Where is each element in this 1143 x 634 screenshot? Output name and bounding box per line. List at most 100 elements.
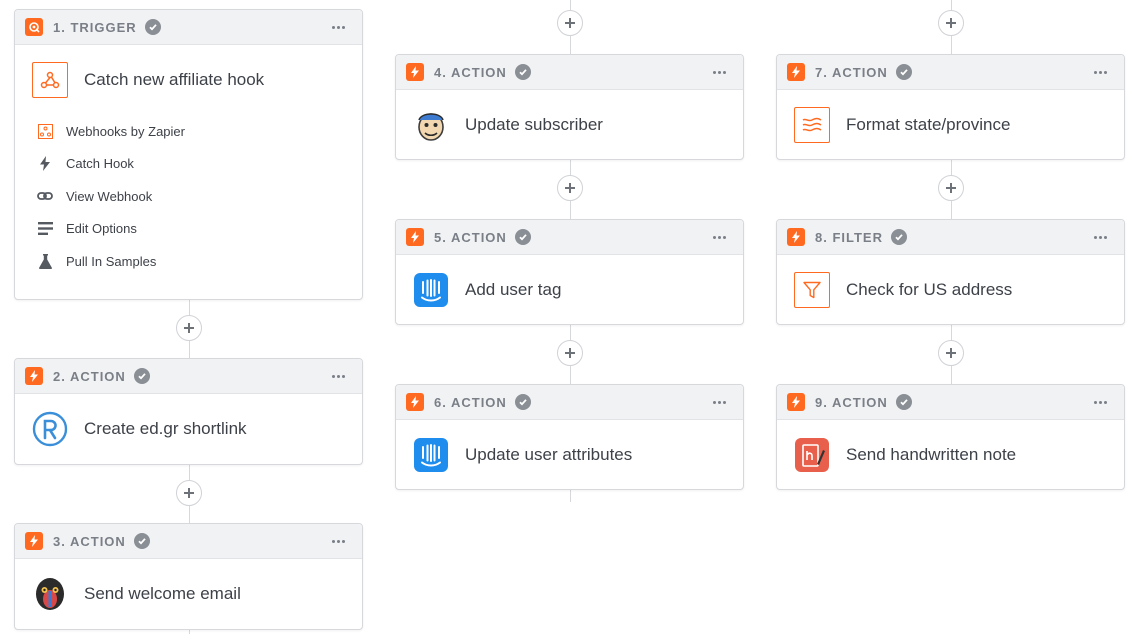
more-options-icon[interactable] <box>709 64 729 80</box>
add-step-button[interactable] <box>176 480 202 506</box>
intercom-icon <box>413 272 449 308</box>
check-icon <box>890 229 907 245</box>
add-step-button[interactable] <box>938 340 964 366</box>
trigger-badge-icon <box>25 18 43 36</box>
step-card-7[interactable]: 7. ACTION Format state/province <box>776 54 1125 160</box>
more-options-icon[interactable] <box>1090 394 1110 410</box>
step-title: Create ed.gr shortlink <box>84 419 247 438</box>
more-options-icon[interactable] <box>328 533 348 549</box>
action-badge-icon <box>406 63 424 81</box>
plus-icon <box>565 348 575 358</box>
bolt-icon <box>37 156 53 172</box>
step-body[interactable]: Update subscriber <box>396 90 743 160</box>
step-body[interactable]: Catch new affiliate hook <box>15 45 362 115</box>
check-icon <box>514 229 531 245</box>
step-label: 6. ACTION <box>434 394 507 410</box>
plus-icon <box>184 323 194 333</box>
action-badge-icon <box>787 63 805 81</box>
step-card-2[interactable]: 2. ACTION Create ed.gr shortlink <box>14 358 363 465</box>
step-label: 3. ACTION <box>53 533 126 549</box>
step-title: Update user attributes <box>465 445 633 464</box>
step-label: 1. TRIGGER <box>53 19 137 35</box>
step-title: Send welcome email <box>84 584 241 603</box>
plus-icon <box>946 183 956 193</box>
step-title: Update subscriber <box>465 115 603 134</box>
plus-icon <box>946 18 956 28</box>
action-badge-icon <box>406 393 424 411</box>
more-options-icon[interactable] <box>709 229 729 245</box>
add-step-button[interactable] <box>938 175 964 201</box>
plus-icon <box>565 183 575 193</box>
step-card-6[interactable]: 6. ACTION Update user attributes <box>395 384 744 490</box>
mailchimp-icon <box>413 107 449 143</box>
more-options-icon[interactable] <box>328 19 348 35</box>
step-body[interactable]: Send handwritten note <box>777 420 1124 490</box>
step-label: 5. ACTION <box>434 229 507 245</box>
formatter-icon <box>794 107 830 143</box>
add-step-button[interactable] <box>557 10 583 36</box>
check-icon <box>895 64 912 80</box>
detail-item-pull-samples[interactable]: Pull In Samples <box>37 245 362 278</box>
step-header[interactable]: 1. TRIGGER <box>15 10 362 45</box>
check-icon <box>514 394 531 410</box>
step-header[interactable]: 4. ACTION <box>396 55 743 90</box>
connector-line <box>570 490 571 502</box>
webhook-icon <box>32 62 68 98</box>
check-icon <box>895 394 912 410</box>
add-step-button[interactable] <box>938 10 964 36</box>
detail-label: Edit Options <box>66 221 137 237</box>
check-icon <box>144 19 161 35</box>
step-body[interactable]: Create ed.gr shortlink <box>15 394 362 464</box>
step-card-8[interactable]: 8. FILTER Check for US address <box>776 219 1125 325</box>
step-label: 2. ACTION <box>53 368 126 384</box>
flask-icon <box>37 253 53 269</box>
step-header[interactable]: 6. ACTION <box>396 385 743 420</box>
step-title: Format state/province <box>846 115 1011 134</box>
step-card-9[interactable]: 9. ACTION Send handwritten note <box>776 384 1125 490</box>
step-title: Check for US address <box>846 280 1013 299</box>
filter-icon <box>794 272 830 308</box>
step-body[interactable]: Add user tag <box>396 255 743 325</box>
handwrytten-icon <box>794 437 830 473</box>
step-label: 7. ACTION <box>815 64 888 80</box>
step-header[interactable]: 2. ACTION <box>15 359 362 394</box>
step-header[interactable]: 5. ACTION <box>396 220 743 255</box>
more-options-icon[interactable] <box>328 368 348 384</box>
more-options-icon[interactable] <box>1090 229 1110 245</box>
step-body[interactable]: Format state/province <box>777 90 1124 160</box>
detail-item-event[interactable]: Catch Hook <box>37 148 362 181</box>
more-options-icon[interactable] <box>709 394 729 410</box>
more-options-icon[interactable] <box>1090 64 1110 80</box>
step-body[interactable]: Check for US address <box>777 255 1124 325</box>
step-header[interactable]: 8. FILTER <box>777 220 1124 255</box>
link-icon <box>37 188 53 204</box>
check-icon <box>133 533 150 549</box>
add-step-button[interactable] <box>557 175 583 201</box>
detail-label: View Webhook <box>66 188 153 204</box>
step-card-3[interactable]: 3. ACTION Send welcome email <box>14 523 363 630</box>
step-label: 9. ACTION <box>815 394 888 410</box>
webhook-small-icon <box>37 123 53 139</box>
step-header[interactable]: 9. ACTION <box>777 385 1124 420</box>
step-header[interactable]: 7. ACTION <box>777 55 1124 90</box>
step-card-1[interactable]: 1. TRIGGER Catch new affiliate hook Webh… <box>14 9 363 300</box>
step-header[interactable]: 3. ACTION <box>15 524 362 559</box>
action-badge-icon <box>787 228 805 246</box>
step-card-5[interactable]: 5. ACTION Add user tag <box>395 219 744 325</box>
action-badge-icon <box>25 367 43 385</box>
mandrill-icon <box>32 576 68 612</box>
step-title: Catch new affiliate hook <box>84 70 265 89</box>
step-body[interactable]: Send welcome email <box>15 559 362 629</box>
step-body[interactable]: Update user attributes <box>396 420 743 490</box>
add-step-button[interactable] <box>557 340 583 366</box>
step-label: 4. ACTION <box>434 64 507 80</box>
detail-item-app[interactable]: Webhooks by Zapier <box>37 115 362 148</box>
step-card-4[interactable]: 4. ACTION Update subscriber <box>395 54 744 160</box>
check-icon <box>133 368 150 384</box>
action-badge-icon <box>406 228 424 246</box>
plus-icon <box>946 348 956 358</box>
detail-item-edit-options[interactable]: Edit Options <box>37 213 362 246</box>
add-step-button[interactable] <box>176 315 202 341</box>
step-title: Send handwritten note <box>846 445 1017 464</box>
detail-item-view-webhook[interactable]: View Webhook <box>37 180 362 213</box>
